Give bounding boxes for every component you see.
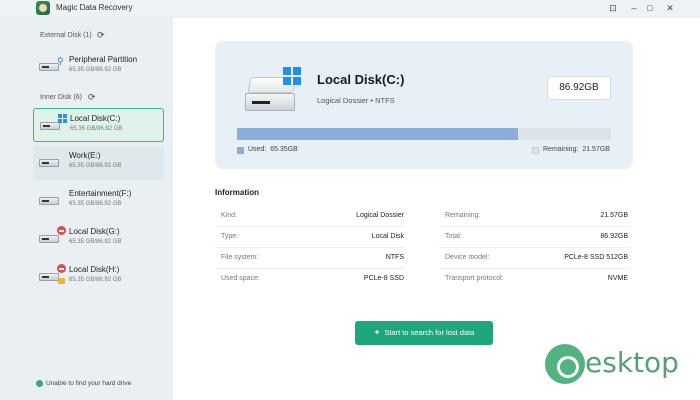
external-disk-header: External Disk (1) (40, 32, 92, 39)
help-icon (36, 380, 43, 387)
info-label: File system: (221, 254, 259, 261)
info-value: Logical Dossier (356, 212, 404, 219)
close-button[interactable]: ✕ (663, 1, 677, 15)
remaining-legend: Remaining: 21.57GB (543, 146, 610, 153)
remaining-swatch (532, 147, 539, 154)
disk-item-f[interactable]: Entertainment(F:) 65.35 GB/86.92 GB (33, 184, 164, 218)
start-search-label: Start to search for lost data (384, 328, 475, 337)
error-icon (57, 264, 66, 273)
windows-icon (58, 114, 67, 123)
info-label: Device model: (445, 254, 490, 261)
drive-icon (39, 273, 59, 281)
capacity-badge: 86.92GB (547, 76, 611, 100)
lock-icon (58, 278, 65, 284)
info-value: PCLe-8 SSD 512GB (564, 254, 628, 261)
disk-item-g[interactable]: Local Disk(G:) 65.35 GB/86.92 GB (33, 222, 164, 256)
used-swatch (237, 147, 244, 154)
information-title: Information (215, 188, 259, 197)
info-value: PCLe-8 SSD (363, 275, 404, 282)
disk-size: 65.35 GB/86.92 GB (69, 67, 122, 73)
watermark-text: esktop (585, 346, 679, 379)
refresh-icon[interactable]: ⟳ (97, 30, 105, 41)
info-value: 21.57GB (600, 212, 628, 219)
sidebar: External Disk (1) ⟳ ⚲ Peripheral Partiti… (30, 18, 172, 400)
title-bar: Magic Data Recovery ⊡ – □ ✕ (0, 0, 700, 16)
info-label: Used space: (221, 275, 260, 282)
error-icon (57, 226, 66, 235)
watermark-logo-icon (545, 344, 585, 384)
disk-size: 65.35 GB/86.92 GB (69, 163, 122, 169)
disk-item-peripheral[interactable]: ⚲ Peripheral Partition 65.35 GB/86.92 GB (33, 50, 164, 84)
disk-name: Local Disk(C:) (70, 114, 121, 123)
help-link[interactable]: Unable to find your hard drive (36, 380, 131, 387)
pin-icon[interactable]: ⊡ (606, 1, 620, 15)
usb-icon: ⚲ (57, 56, 64, 66)
disk-illustration-icon (243, 67, 309, 115)
disk-summary-card: Local Disk(C:) Logical Dossier • NTFS 86… (215, 41, 633, 169)
info-label: Transport protocol: (445, 275, 504, 282)
disk-item-h[interactable]: Local Disk(H:) 65.35 GB/86.92 GB (33, 260, 164, 294)
remaining-value: 21.57GB (582, 146, 610, 153)
drive-icon (40, 122, 60, 130)
minimize-button[interactable]: – (627, 1, 641, 15)
disk-item-c[interactable]: Local Disk(C:) 65.35 GB/86.92 GB (33, 108, 164, 142)
info-label: Type: (221, 233, 239, 240)
app-title: Magic Data Recovery (56, 3, 133, 12)
disk-name: Local Disk(H:) (69, 265, 120, 274)
disk-name: Work(E:) (69, 151, 101, 160)
used-legend: Used: 65.35GB (248, 146, 298, 153)
disk-name: Local Disk(G:) (69, 227, 120, 236)
disk-name: Entertainment(F:) (69, 189, 132, 198)
app-logo-icon (36, 1, 50, 15)
drive-icon (39, 63, 59, 71)
maximize-button[interactable]: □ (643, 1, 657, 15)
drive-icon (39, 159, 59, 167)
info-label: Total: (445, 233, 462, 240)
help-text: Unable to find your hard drive (46, 380, 132, 388)
disk-subtitle: Logical Dossier • NTFS (317, 96, 395, 105)
used-value: 65.35GB (270, 146, 298, 153)
disk-size: 65.35 GB/86.92 GB (70, 126, 123, 132)
drive-icon (39, 197, 59, 205)
info-value: Local Disk (371, 233, 404, 240)
drive-icon (39, 235, 59, 243)
refresh-icon[interactable]: ⟳ (88, 92, 96, 103)
info-label: Remaining: (445, 212, 481, 219)
main-panel: Local Disk(C:) Logical Dossier • NTFS 86… (173, 18, 700, 400)
start-search-button[interactable]: ✦ Start to search for lost data (355, 321, 493, 345)
disk-item-e[interactable]: Work(E:) 65.35 GB/86.92 GB (33, 146, 164, 180)
info-value: NTFS (385, 254, 404, 261)
disk-size: 65.35 GB/86.92 GB (69, 201, 122, 207)
disk-size: 65.35 GB/86.92 GB (69, 277, 122, 283)
info-label: Kind: (221, 212, 237, 219)
usage-bar (237, 128, 611, 140)
disk-size: 65.35 GB/86.92 GB (69, 239, 122, 245)
inner-disk-header: Inner Disk (6) (40, 94, 83, 101)
usage-bar-fill (237, 128, 519, 140)
disk-title: Local Disk(C:) (317, 72, 405, 87)
sparkle-icon: ✦ (373, 328, 381, 337)
info-value: NVME (607, 275, 628, 282)
info-value: 86.92GB (600, 233, 628, 240)
disk-name: Peripheral Partition (69, 55, 138, 64)
